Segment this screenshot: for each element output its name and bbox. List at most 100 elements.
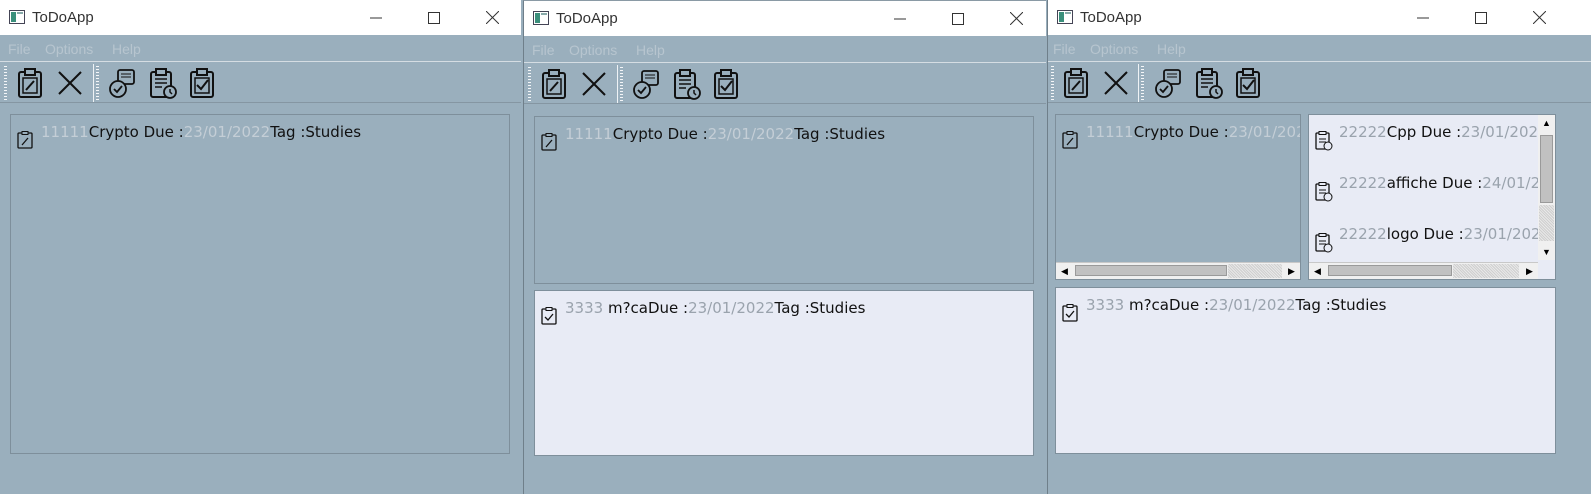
menu-options[interactable]: Options: [45, 41, 93, 57]
menu-file[interactable]: File: [8, 41, 31, 57]
menu-options[interactable]: Options: [569, 42, 617, 58]
due-label: Due :: [1437, 174, 1483, 192]
due-label: Due :: [1416, 123, 1462, 141]
task-tag: Tag :Studies: [270, 123, 362, 141]
title-bar[interactable]: ToDoApp: [0, 0, 521, 35]
due-date: 24/01/2: [1482, 174, 1538, 192]
task-id: 22222: [1339, 174, 1387, 192]
maximize-button[interactable]: [938, 5, 978, 32]
title-bar[interactable]: ToDoApp: [1048, 0, 1591, 35]
horizontal-scrollbar[interactable]: ◀ ▶: [1309, 262, 1538, 279]
due-date: 23/01/2022: [688, 299, 775, 317]
minimize-button[interactable]: [356, 4, 396, 31]
toolbar-grip[interactable]: [96, 66, 99, 100]
clipboard-check-icon[interactable]: [710, 68, 742, 100]
delete-x-icon[interactable]: [1100, 67, 1132, 99]
clipboard-clock-icon: [1315, 233, 1333, 253]
clipboard-edit-icon: [1062, 131, 1078, 149]
scroll-track[interactable]: [1228, 264, 1282, 278]
done-list-panel[interactable]: 3333 m?caDue :23/01/2022Tag :Studies: [534, 290, 1034, 456]
maximize-button[interactable]: [414, 4, 454, 31]
menu-help[interactable]: Help: [1157, 41, 1186, 57]
due-label: Due :: [138, 123, 184, 141]
close-button[interactable]: [1519, 4, 1559, 31]
clipboard-clock-icon[interactable]: [670, 68, 702, 100]
delete-x-icon[interactable]: [54, 67, 86, 99]
clipboard-clock-icon[interactable]: [146, 67, 178, 99]
due-date: 23/01/202: [1463, 225, 1538, 243]
toolbar-grip[interactable]: [1141, 66, 1144, 100]
scroll-down-arrow-icon[interactable]: ▼: [1538, 244, 1555, 260]
menu-bar: File Options Help: [1048, 36, 1591, 61]
scroll-thumb[interactable]: [1328, 265, 1452, 276]
clipboard-edit-icon[interactable]: [14, 67, 46, 99]
minimize-button[interactable]: [880, 5, 920, 32]
due-date: 23/01/2022: [1209, 296, 1296, 314]
clipboard-clock-icon[interactable]: [1192, 67, 1224, 99]
minimize-button[interactable]: [1403, 4, 1443, 31]
close-button[interactable]: [996, 5, 1036, 32]
clipboard-edit-icon[interactable]: [1060, 67, 1092, 99]
scroll-right-arrow-icon[interactable]: ▶: [1283, 263, 1300, 279]
task-id: 3333: [1086, 296, 1125, 314]
scroll-up-arrow-icon[interactable]: ▲: [1538, 115, 1555, 131]
scroll-thumb[interactable]: [1075, 265, 1227, 276]
scroll-right-arrow-icon[interactable]: ▶: [1521, 263, 1538, 279]
task-name: m?ca: [1124, 296, 1169, 314]
maximize-button[interactable]: [1461, 4, 1501, 31]
maximize-icon: [428, 11, 440, 24]
close-button[interactable]: [472, 4, 512, 31]
toolbar-separator: [1138, 64, 1139, 102]
clipboard-check-icon: [541, 307, 557, 325]
toolbar-grip[interactable]: [528, 67, 531, 101]
scroll-left-arrow-icon[interactable]: ◀: [1309, 263, 1326, 279]
menu-file[interactable]: File: [1053, 41, 1076, 57]
clipboard-check-icon[interactable]: [186, 67, 218, 99]
todo-window-2: ToDoApp File Options Help 11111Crypto Du…: [523, 0, 1046, 494]
vertical-scrollbar[interactable]: ▲ ▼: [1538, 115, 1555, 260]
clipboard-check-icon[interactable]: [1232, 67, 1264, 99]
toolbar: [524, 63, 1046, 104]
task-id: 22222: [1339, 225, 1387, 243]
toolbar: [1048, 62, 1591, 103]
toolbar-grip[interactable]: [1051, 66, 1054, 100]
done-list-panel[interactable]: 3333 m?caDue :23/01/2022Tag :Studies: [1055, 287, 1556, 454]
task-name: Crypto: [1133, 123, 1184, 141]
menu-options[interactable]: Options: [1090, 41, 1138, 57]
in-progress-list-panel[interactable]: 22222Cpp Due :23/01/202 22222affiche Due…: [1308, 114, 1556, 280]
task-id: 22222: [1339, 123, 1387, 141]
clipboard-clock-icon: [1315, 182, 1333, 202]
delete-x-icon[interactable]: [578, 68, 610, 100]
scroll-track[interactable]: [1453, 264, 1519, 278]
task-list-panel[interactable]: 11111Crypto Due :23/01/2022T ◀ ▶: [1055, 114, 1301, 280]
menu-help[interactable]: Help: [112, 41, 141, 57]
due-label: Due :: [662, 125, 708, 143]
gear-check-icon[interactable]: [1152, 67, 1184, 99]
scroll-thumb[interactable]: [1540, 135, 1553, 203]
toolbar-separator: [93, 64, 94, 102]
task-list-panel[interactable]: 11111Crypto Due :23/01/2022Tag :Studies: [534, 116, 1034, 284]
horizontal-scrollbar[interactable]: ◀ ▶: [1056, 262, 1300, 279]
toolbar-grip[interactable]: [620, 67, 623, 101]
gear-check-icon[interactable]: [630, 68, 662, 100]
gear-check-icon[interactable]: [106, 67, 138, 99]
menu-help[interactable]: Help: [636, 42, 665, 58]
toolbar-grip[interactable]: [4, 66, 7, 100]
title-bar[interactable]: ToDoApp: [524, 1, 1046, 36]
scroll-track[interactable]: [1539, 205, 1554, 241]
task-name: affiche: [1386, 174, 1438, 192]
scroll-left-arrow-icon[interactable]: ◀: [1056, 263, 1073, 279]
task-name: Crypto: [612, 125, 663, 143]
todo-window-1: ToDoApp File Options Help 11111Crypto Du…: [0, 0, 521, 494]
menu-file[interactable]: File: [532, 42, 555, 58]
clipboard-edit-icon[interactable]: [538, 68, 570, 100]
task-list-panel[interactable]: 11111Crypto Due :23/01/2022Tag :Studies: [10, 114, 510, 454]
task-name: Crypto: [88, 123, 139, 141]
due-label: Due :: [1168, 296, 1210, 314]
maximize-icon: [1475, 11, 1487, 24]
app-window-icon: [1057, 10, 1073, 24]
window-title: ToDoApp: [1080, 9, 1142, 26]
task-id: 3333: [565, 299, 604, 317]
maximize-icon: [952, 12, 964, 25]
task-name: logo: [1386, 225, 1419, 243]
